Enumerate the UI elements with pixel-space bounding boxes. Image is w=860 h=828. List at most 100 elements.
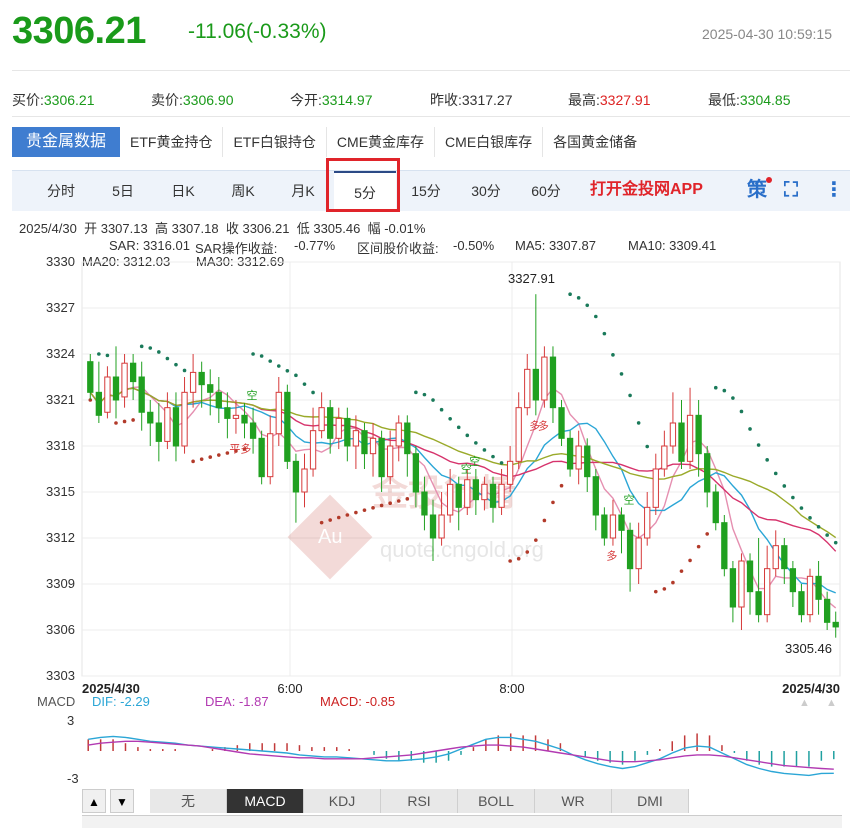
candle-body	[155, 422, 162, 442]
sar-dot	[679, 569, 684, 573]
candle-body	[181, 391, 188, 447]
candle-body	[258, 437, 265, 478]
sar-dot	[319, 520, 324, 525]
candle-body	[429, 514, 437, 539]
candle-body	[789, 568, 797, 593]
sar-dot	[191, 459, 195, 464]
candle-body	[558, 407, 565, 439]
sar-dot	[276, 364, 281, 368]
candle-body	[729, 568, 737, 608]
indicator-tab-rsi[interactable]: RSI	[381, 789, 458, 813]
sar-dot	[508, 559, 512, 563]
sar-dot	[371, 505, 375, 510]
sar-dot	[816, 525, 821, 529]
y-tick-label: 3330	[46, 254, 75, 269]
candle-body	[481, 483, 488, 501]
macd-dea: DEA: -1.87	[205, 694, 269, 709]
sar-dot	[345, 513, 350, 517]
sar-dot	[199, 457, 204, 461]
candle-body	[661, 445, 668, 470]
sar-dot	[336, 515, 341, 520]
kline-chart[interactable]: Au 金投行情 quote.cngold.org 333033273324332…	[0, 0, 860, 827]
sar-dot	[388, 501, 392, 506]
candle-body	[721, 522, 728, 570]
y-tick-label: 3318	[46, 438, 75, 453]
y-tick-label: 3321	[46, 392, 75, 407]
sar-dot	[208, 455, 213, 459]
candle-body	[712, 491, 719, 524]
macd-title: MACD	[37, 694, 75, 709]
sar-dot	[268, 359, 273, 363]
sar-dot	[114, 421, 118, 425]
sar-dot	[696, 544, 701, 549]
candle-body	[506, 460, 514, 485]
candle-body	[275, 391, 282, 435]
sar-dot	[559, 483, 564, 488]
sar-dot	[362, 508, 367, 512]
candle-body	[823, 598, 831, 623]
sar-dot	[97, 352, 101, 356]
y-tick-label: 3306	[46, 622, 75, 637]
indicator-tab-wr[interactable]: WR	[535, 789, 612, 813]
y-tick-label: 3324	[46, 346, 75, 361]
candle-body	[806, 575, 814, 616]
candle-body	[772, 545, 779, 570]
sar-dot	[456, 425, 461, 430]
candle-body	[738, 560, 745, 608]
sar-dot	[782, 484, 787, 488]
sar-dot	[302, 382, 307, 386]
y-tick-label: 3303	[46, 668, 75, 683]
scroll-up-button[interactable]: ▲	[82, 789, 106, 813]
x-tick-label: 8:00	[499, 681, 524, 696]
indicator-tab-boll[interactable]: BOLL	[458, 789, 535, 813]
sar-dot	[465, 433, 470, 438]
sar-dot	[131, 418, 135, 422]
candle-body	[755, 591, 762, 616]
sar-dot	[431, 398, 435, 402]
macd-ytick-bottom: -3	[67, 771, 79, 786]
candle-body	[515, 407, 522, 462]
candle-body	[592, 476, 599, 516]
indicator-tab-macd[interactable]: MACD	[227, 789, 304, 813]
sar-dot	[808, 516, 812, 520]
sar-dot	[499, 461, 504, 465]
candle-body	[87, 361, 94, 393]
macd-dif: DIF: -2.29	[92, 694, 150, 709]
candle-body	[566, 437, 574, 470]
x-tick-label: 6:00	[277, 681, 302, 696]
sar-dot	[405, 497, 410, 501]
candle-body	[95, 391, 103, 416]
sar-dot	[833, 540, 838, 545]
candle-body	[352, 430, 360, 447]
candle-body	[609, 514, 617, 539]
sar-dot	[396, 499, 401, 503]
candle-body	[104, 376, 111, 413]
candle-body	[549, 356, 557, 409]
candle-body	[267, 433, 274, 478]
macd-hist: MACD: -0.85	[320, 694, 395, 709]
sar-dot	[534, 538, 538, 542]
indicator-tab-dmi[interactable]: DMI	[612, 789, 689, 813]
sar-dot	[628, 393, 632, 398]
sar-dot	[653, 589, 658, 594]
candle-body	[695, 414, 702, 455]
indicator-tab-kdj[interactable]: KDJ	[304, 789, 381, 813]
candle-body	[438, 514, 445, 539]
sar-dot	[705, 532, 709, 536]
sar-dot	[148, 346, 153, 350]
sar-dot	[122, 419, 127, 424]
sar-dot	[525, 550, 530, 554]
sar-dot	[799, 506, 804, 510]
candle-body	[284, 391, 291, 462]
sar-dot	[739, 409, 744, 414]
candle-body	[626, 529, 634, 570]
candle-body	[575, 445, 582, 470]
sar-dot	[482, 448, 487, 452]
candle-body	[472, 479, 480, 501]
sar-dot	[294, 373, 298, 378]
candle-body	[489, 483, 497, 508]
scroll-down-button[interactable]: ▼	[110, 789, 134, 813]
range-scrollbar[interactable]	[82, 815, 842, 828]
candle-body	[815, 575, 822, 600]
indicator-tab-none[interactable]: 无	[150, 789, 227, 813]
